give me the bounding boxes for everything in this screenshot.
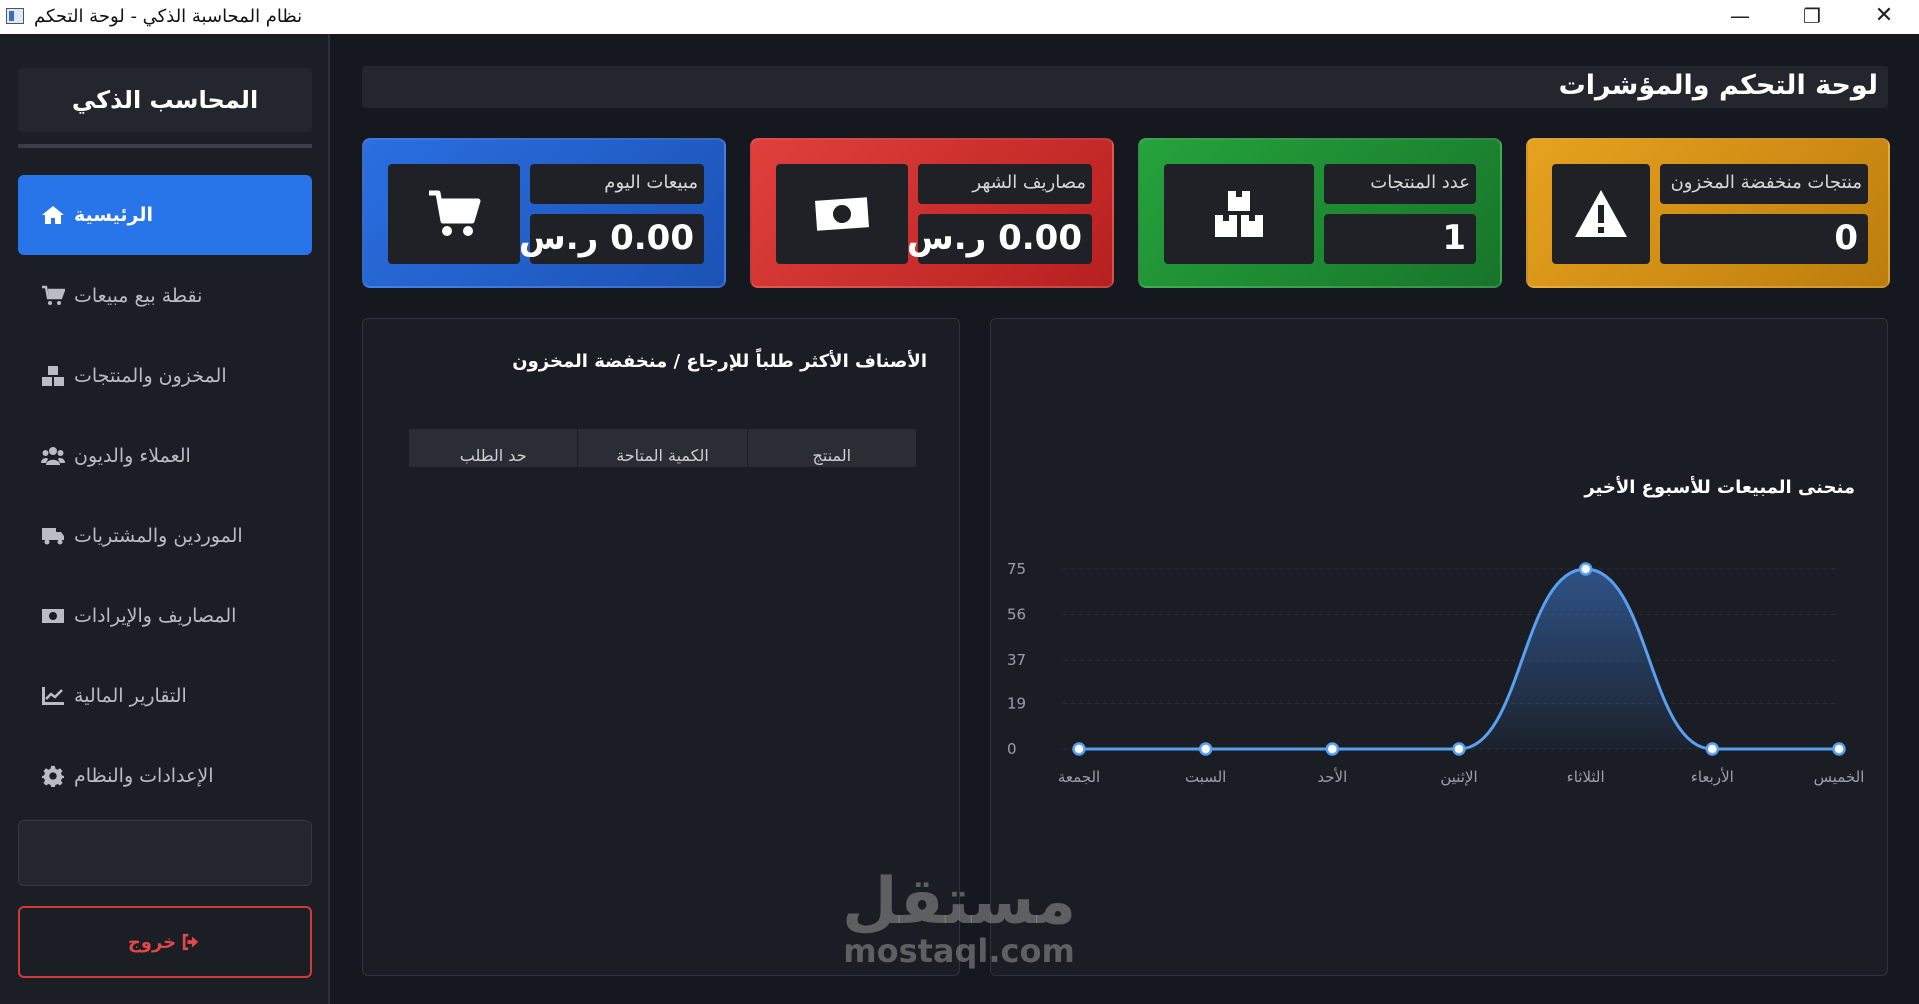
truck-icon — [40, 524, 66, 548]
sidebar-item-label: نقطة بيع مبيعات — [74, 285, 203, 307]
sidebar-item-settings[interactable]: الإعدادات والنظام — [18, 736, 312, 816]
logout-label: خروج — [127, 931, 177, 953]
chart-area-fill — [1079, 569, 1839, 749]
low-stock-title: الأصناف الأكثر طلباً للإرجاع / منخفضة ال… — [512, 351, 927, 372]
warning-icon — [1552, 164, 1650, 264]
sidebar-item-label: التقارير المالية — [74, 685, 187, 707]
low-stock-card: منتجات منخفضة المخزون 0 — [1526, 138, 1890, 288]
chart-point[interactable] — [1452, 742, 1466, 756]
x-tick-label: الجمعة — [1058, 768, 1100, 786]
boxes-icon — [40, 364, 66, 388]
sidebar-item-label: المخزون والمنتجات — [74, 365, 227, 387]
x-tick-label: الثلاثاء — [1567, 768, 1605, 786]
money-icon — [776, 164, 908, 264]
y-tick-label: 0 — [1007, 740, 1017, 758]
close-button[interactable]: ✕ — [1856, 0, 1912, 34]
x-tick-label: الأربعاء — [1691, 767, 1734, 786]
brand-title: المحاسب الذكي — [18, 68, 312, 132]
card-label: مصاريف الشهر — [918, 164, 1092, 204]
column-product[interactable]: المنتج — [746, 429, 916, 467]
x-tick-label: السبت — [1185, 768, 1226, 786]
money-icon — [40, 604, 66, 628]
maximize-button[interactable]: ❐ — [1784, 0, 1840, 34]
sidebar-item-expenses[interactable]: المصاريف والإيرادات — [18, 576, 312, 656]
gear-icon — [40, 764, 66, 788]
users-icon — [40, 444, 66, 468]
watermark-logo: مستقل mostaql.com — [842, 870, 1076, 968]
watermark-arabic: مستقل — [842, 865, 1077, 939]
products-count-card: عدد المنتجات 1 — [1138, 138, 1502, 288]
chart-point[interactable] — [1325, 742, 1340, 756]
chart-series-line — [1079, 567, 1839, 751]
column-reorder-level[interactable]: حد الطلب — [408, 429, 578, 467]
chart-line-icon — [40, 684, 66, 708]
sidebar-item-label: الرئيسية — [74, 204, 153, 226]
card-value: 0 — [1660, 214, 1868, 264]
month-expenses-card: مصاريف الشهر 0.00 ر.س — [750, 138, 1114, 288]
today-sales-card: مبيعات اليوم 0.00 ر.س — [362, 138, 726, 288]
sidebar: المحاسب الذكي الرئيسية نقطة بيع مبيعات ا… — [0, 34, 330, 1004]
sidebar-item-reports[interactable]: التقارير المالية — [18, 656, 312, 736]
sidebar-item-label: الموردين والمشتريات — [74, 525, 243, 547]
low-stock-table-header: المنتج الكمية المتاحة حد الطلب — [408, 429, 916, 467]
card-value: 1 — [1324, 214, 1476, 264]
y-tick-label: 37 — [1007, 651, 1026, 669]
watermark-latin: mostaql.com — [843, 932, 1075, 970]
chart-point[interactable] — [1578, 562, 1593, 576]
sidebar-item-pos[interactable]: نقطة بيع مبيعات — [18, 256, 312, 336]
chart-point[interactable] — [1705, 742, 1720, 756]
user-info-box — [18, 820, 312, 886]
card-value: 0.00 ر.س — [519, 214, 704, 264]
page-title: لوحة التحكم والمؤشرات — [1558, 70, 1878, 101]
card-value: 0.00 ر.س — [907, 214, 1092, 264]
sidebar-item-label: العملاء والديون — [74, 445, 191, 467]
sales-chart-panel: منحنى المبيعات للأسبوع الأخير 0 19 37 56 75 … — [990, 318, 1888, 976]
column-available-qty[interactable]: الكمية المتاحة — [577, 429, 747, 467]
x-tick-label: الخميس — [1814, 768, 1865, 786]
card-label: منتجات منخفضة المخزون — [1660, 164, 1868, 204]
cart-icon — [40, 284, 66, 308]
y-tick-label: 75 — [1007, 560, 1026, 578]
chart-point[interactable] — [1072, 742, 1086, 756]
brand-divider — [18, 144, 312, 148]
sidebar-item-label: الإعدادات والنظام — [74, 765, 214, 787]
card-label: عدد المنتجات — [1324, 164, 1476, 204]
sidebar-item-inventory[interactable]: المخزون والمنتجات — [18, 336, 312, 416]
app-icon — [6, 8, 24, 24]
window-titlebar: نظام المحاسبة الذكي - لوحة التحكم — ❐ ✕ — [0, 0, 1919, 34]
sidebar-item-label: المصاريف والإيرادات — [74, 605, 237, 627]
y-tick-label: 56 — [1007, 606, 1026, 624]
minimize-button[interactable]: — — [1712, 0, 1768, 34]
sales-line-chart: 0 19 37 56 75 الخميس الأربعاء الثلاثاء الإثنين ا… — [1007, 560, 1865, 786]
chart-point[interactable] — [1832, 742, 1846, 756]
sidebar-item-home[interactable]: الرئيسية — [18, 175, 312, 255]
sidebar-item-suppliers[interactable]: الموردين والمشتريات — [18, 496, 312, 576]
chart-point[interactable] — [1198, 742, 1213, 756]
page-header: لوحة التحكم والمؤشرات — [362, 66, 1888, 108]
x-tick-label: الإثنين — [1440, 768, 1477, 786]
cart-icon — [388, 164, 520, 264]
y-tick-label: 19 — [1007, 694, 1026, 712]
x-tick-label: الأحد — [1317, 767, 1347, 786]
home-icon — [40, 203, 66, 227]
boxes-icon — [1164, 164, 1314, 264]
logout-icon — [182, 933, 199, 951]
card-label: مبيعات اليوم — [530, 164, 704, 204]
window-title: نظام المحاسبة الذكي - لوحة التحكم — [34, 6, 303, 27]
logout-button[interactable]: خروج — [18, 906, 312, 978]
sidebar-item-customers[interactable]: العملاء والديون — [18, 416, 312, 496]
